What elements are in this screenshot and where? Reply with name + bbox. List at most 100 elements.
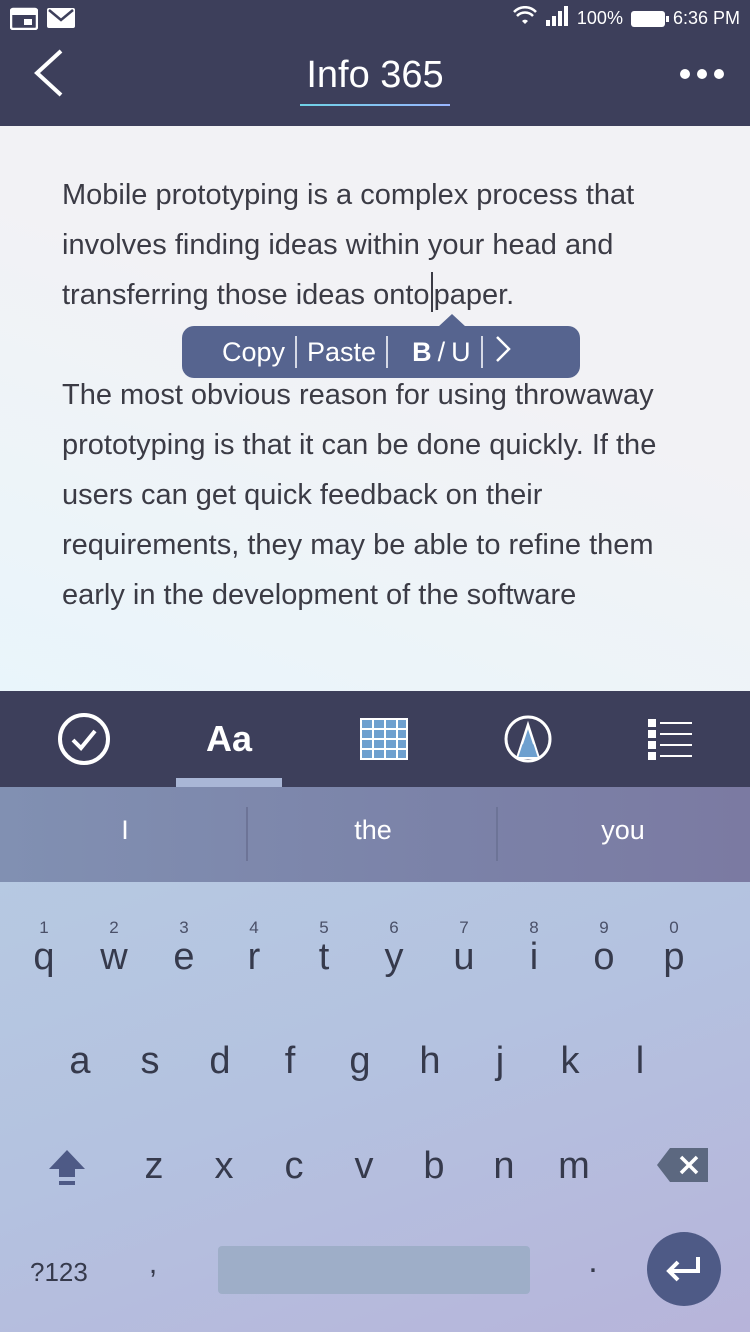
key-k[interactable]: k bbox=[537, 1040, 603, 1083]
key-z[interactable]: z bbox=[121, 1145, 187, 1188]
suggestion-3[interactable]: you bbox=[498, 815, 748, 846]
text-format-button[interactable]: Aa bbox=[199, 711, 259, 767]
key-l[interactable]: l bbox=[607, 1040, 673, 1083]
key-u[interactable]: 7u bbox=[431, 918, 497, 982]
suggestion-2[interactable]: the bbox=[248, 815, 498, 846]
toolbar-active-indicator bbox=[176, 778, 282, 787]
enter-arrow-icon bbox=[666, 1257, 700, 1282]
paragraph-1-text: Mobile prototyping is a complex process … bbox=[62, 179, 635, 311]
status-bar: 100% 6:36 PM bbox=[0, 0, 750, 36]
key-a[interactable]: a bbox=[47, 1040, 113, 1083]
key-y[interactable]: 6y bbox=[361, 918, 427, 982]
key-x[interactable]: x bbox=[191, 1145, 257, 1188]
key-number: 5 bbox=[319, 918, 329, 937]
signal-icon bbox=[545, 6, 569, 31]
battery-percent: 100% bbox=[576, 8, 623, 28]
key-o[interactable]: 9o bbox=[571, 918, 637, 982]
clock: 6:36 PM bbox=[672, 8, 740, 28]
backspace-icon bbox=[657, 1148, 708, 1182]
battery-icon bbox=[630, 10, 669, 27]
shift-arrow-icon bbox=[49, 1150, 85, 1185]
space-key[interactable] bbox=[218, 1246, 530, 1294]
soft-keyboard: I the you 1q 2w 3e 4r 5t 6y 7u 8i 9o 0p … bbox=[0, 787, 750, 1332]
shift-key[interactable] bbox=[40, 1142, 94, 1192]
more-dot bbox=[680, 69, 690, 79]
key-letter: r bbox=[247, 936, 261, 978]
format-separator: / bbox=[437, 336, 446, 367]
divider bbox=[295, 336, 298, 368]
more-dot bbox=[714, 69, 724, 79]
key-d[interactable]: d bbox=[187, 1040, 253, 1083]
key-number: 7 bbox=[459, 918, 469, 937]
key-letter: t bbox=[318, 936, 330, 978]
key-e[interactable]: 3e bbox=[151, 918, 217, 982]
key-q[interactable]: 1q bbox=[11, 918, 77, 982]
text-cursor bbox=[430, 272, 433, 312]
key-letter: p bbox=[663, 936, 685, 978]
chevron-right-icon[interactable] bbox=[493, 334, 513, 371]
copy-button[interactable]: Copy bbox=[222, 337, 285, 368]
key-number: 1 bbox=[39, 918, 49, 937]
key-number: 3 bbox=[179, 918, 189, 937]
divider bbox=[386, 336, 389, 368]
key-p[interactable]: 0p bbox=[641, 918, 707, 982]
underline-button[interactable]: U bbox=[451, 337, 471, 368]
key-number: 2 bbox=[109, 918, 119, 937]
key-b[interactable]: b bbox=[401, 1145, 467, 1188]
key-t[interactable]: 5t bbox=[291, 918, 357, 982]
list-icon[interactable] bbox=[640, 711, 700, 767]
period-key[interactable]: . bbox=[560, 1242, 626, 1281]
key-n[interactable]: n bbox=[471, 1145, 537, 1188]
wifi-icon bbox=[512, 5, 537, 31]
key-h[interactable]: h bbox=[397, 1040, 463, 1083]
status-left bbox=[9, 6, 76, 35]
calendar-icon bbox=[9, 6, 39, 35]
key-number: 9 bbox=[599, 918, 609, 937]
key-c[interactable]: c bbox=[261, 1145, 327, 1188]
key-letter: y bbox=[384, 936, 404, 978]
editor-content[interactable]: Mobile prototyping is a complex process … bbox=[0, 126, 750, 691]
paragraph-1[interactable]: Mobile prototyping is a complex process … bbox=[62, 170, 702, 320]
key-w[interactable]: 2w bbox=[81, 918, 147, 982]
key-number: 4 bbox=[249, 918, 259, 937]
backspace-key[interactable] bbox=[656, 1145, 710, 1185]
table-icon[interactable] bbox=[354, 711, 414, 767]
key-number: 6 bbox=[389, 918, 399, 937]
key-letter: o bbox=[593, 936, 615, 978]
pen-icon[interactable] bbox=[498, 711, 558, 767]
enter-key[interactable] bbox=[647, 1232, 721, 1306]
mail-icon bbox=[46, 6, 76, 35]
key-letter: q bbox=[33, 936, 55, 978]
suggestion-bar: I the you bbox=[0, 787, 750, 882]
key-letter: u bbox=[453, 936, 475, 978]
key-letter: i bbox=[529, 936, 539, 978]
title-underline bbox=[300, 104, 450, 106]
key-number: 8 bbox=[529, 918, 539, 937]
key-letter: e bbox=[173, 936, 195, 978]
more-dot bbox=[697, 69, 707, 79]
bold-button[interactable]: B bbox=[412, 337, 432, 368]
key-number: 0 bbox=[669, 918, 679, 937]
paragraph-2[interactable]: The most obvious reason for using throwa… bbox=[62, 370, 702, 620]
paste-button[interactable]: Paste bbox=[307, 337, 376, 368]
more-options-button[interactable] bbox=[680, 64, 724, 84]
key-letter: w bbox=[100, 936, 128, 978]
key-i[interactable]: 8i bbox=[501, 918, 567, 982]
app-header: Info 365 bbox=[0, 36, 750, 126]
paragraph-1-tail: paper. bbox=[433, 279, 515, 311]
comma-key[interactable]: , bbox=[120, 1247, 186, 1281]
key-g[interactable]: g bbox=[327, 1040, 393, 1083]
symbols-key[interactable]: ?123 bbox=[30, 1257, 88, 1288]
key-f[interactable]: f bbox=[257, 1040, 323, 1083]
key-j[interactable]: j bbox=[467, 1040, 533, 1083]
divider bbox=[480, 336, 483, 368]
status-right: 100% 6:36 PM bbox=[512, 5, 740, 31]
key-s[interactable]: s bbox=[117, 1040, 183, 1083]
suggestion-1[interactable]: I bbox=[0, 815, 250, 846]
check-circle-icon[interactable] bbox=[54, 711, 114, 767]
key-v[interactable]: v bbox=[331, 1145, 397, 1188]
key-m[interactable]: m bbox=[541, 1145, 607, 1188]
format-toolbar: Aa bbox=[0, 691, 750, 787]
key-r[interactable]: 4r bbox=[221, 918, 287, 982]
page-title: Info 365 bbox=[306, 54, 444, 96]
